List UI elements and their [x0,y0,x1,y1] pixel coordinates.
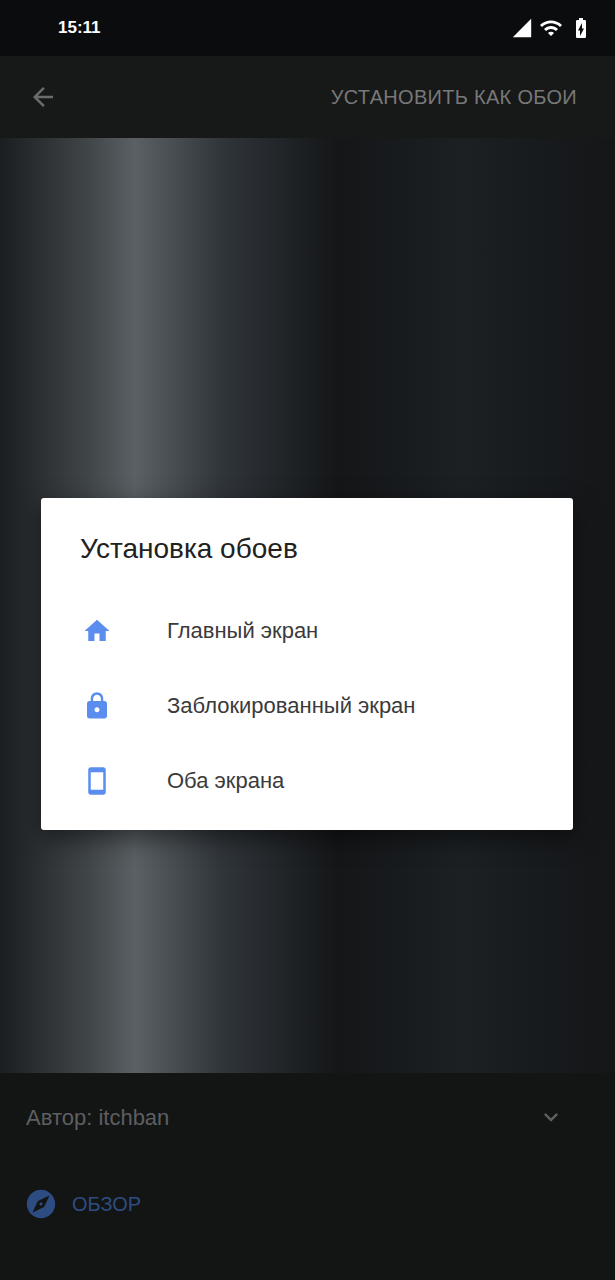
set-wallpaper-button[interactable]: УСТАНОВИТЬ КАК ОБОИ [331,82,577,112]
dialog-option[interactable]: Главный экран [41,593,573,668]
option-label: Главный экран [167,614,318,647]
author-row[interactable]: Автор: itchban [0,1073,615,1161]
dialog-option[interactable]: Оба экрана [41,743,573,818]
chevron-down-icon[interactable] [537,1103,565,1131]
compass-icon [24,1187,58,1221]
phone-icon [82,766,112,796]
status-bar: 15:11 [0,0,615,56]
explore-button[interactable]: ОБЗОР [0,1169,615,1239]
home-icon [82,616,112,646]
status-time: 15:11 [58,15,101,41]
signal-icon [511,17,533,39]
toolbar: УСТАНОВИТЬ КАК ОБОИ [0,56,615,138]
back-arrow-icon[interactable] [28,82,58,112]
author-label: Автор: itchban [26,1101,169,1134]
bottom-panel: Автор: itchban ОБЗОР [0,1073,615,1280]
option-label: Заблокированный экран [167,689,416,722]
wallpaper-screen: 15:11 УСТАНОВИТЬ КАК ОБОИ Автор: itchban ОБ… [0,0,615,1280]
wifi-icon [539,16,563,40]
dialog-title: Установка обоев [41,532,573,566]
dialog-option[interactable]: Заблокированный экран [41,668,573,743]
battery-icon [569,16,593,40]
option-label: Оба экрана [167,764,284,797]
lock-icon [82,691,112,721]
wallpaper-dialog: Установка обоев Главный экран Заблокирован… [41,498,573,830]
explore-label: ОБЗОР [72,1189,141,1219]
